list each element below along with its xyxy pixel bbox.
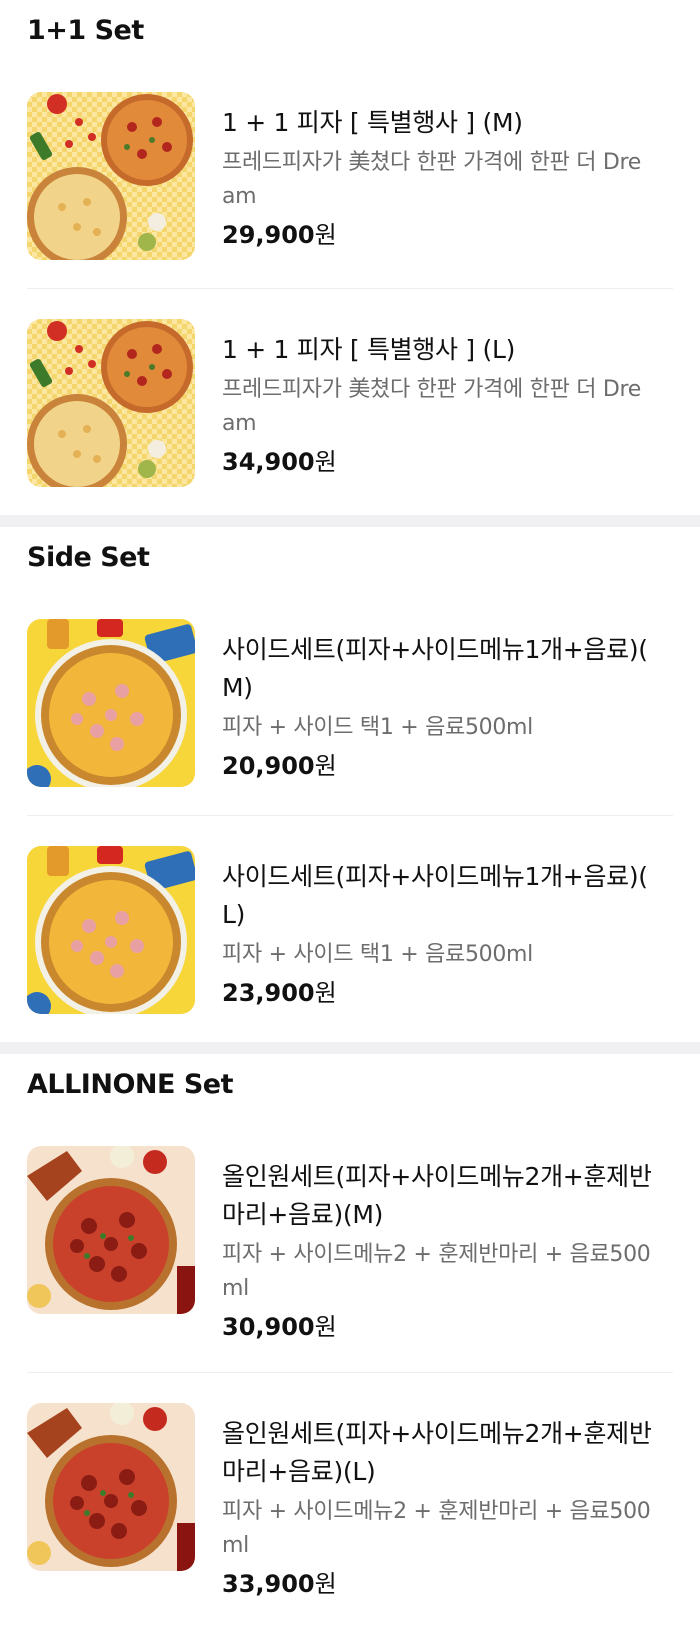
item-price: 30,900원 — [222, 1310, 673, 1344]
pizza-1plus1-image — [27, 92, 195, 260]
item-name: 올인원세트(피자+사이드메뉴2개+훈제반마리+음료)(L) — [222, 1419, 652, 1486]
price-value: 30,900 — [222, 1313, 315, 1341]
section-1plus1-set: 1+1 Set 1 + 1 피자 [ 특별행사 ] (M) 프레드피자가 美쳤다… — [0, 0, 700, 515]
menu-item[interactable]: 올인원세트(피자+사이드메뉴2개+훈제반마리+음료)(M) 피자 + 사이드메뉴… — [27, 1116, 673, 1373]
menu-list: 1+1 Set 1 + 1 피자 [ 특별행사 ] (M) 프레드피자가 美쳤다… — [0, 0, 700, 1629]
pizza-side-image — [27, 846, 195, 1014]
price-unit: 원 — [314, 1570, 337, 1598]
price-value: 20,900 — [222, 752, 315, 780]
price-unit: 원 — [314, 752, 337, 780]
section-title: Side Set — [27, 542, 150, 573]
menu-item[interactable]: 1 + 1 피자 [ 특별행사 ] (M) 프레드피자가 美쳤다 한판 가격에 … — [27, 62, 673, 289]
item-price: 20,900원 — [222, 749, 673, 783]
section-title: ALLINONE Set — [27, 1069, 234, 1100]
pizza-1plus1-image — [27, 319, 195, 487]
item-price: 34,900원 — [222, 445, 673, 479]
price-unit: 원 — [314, 448, 337, 476]
item-name: 1 + 1 피자 [ 특별행사 ] (M) — [222, 108, 523, 137]
menu-item[interactable]: 사이드세트(피자+사이드메뉴1개+음료)( M) 피자 + 사이드 택1 + 음… — [27, 589, 673, 816]
price-value: 33,900 — [222, 1570, 315, 1598]
item-price: 29,900원 — [222, 218, 673, 252]
item-name: 1 + 1 피자 [ 특별행사 ] (L) — [222, 335, 516, 364]
item-description: 피자 + 사이드 택1 + 음료500ml — [222, 715, 533, 740]
item-description: 피자 + 사이드메뉴2 + 훈제반마리 + 음료500 ml — [222, 1242, 651, 1301]
item-name: 사이드세트(피자+사이드메뉴1개+음료)( M) — [222, 635, 648, 702]
price-unit: 원 — [314, 979, 337, 1007]
pizza-allinone-image — [27, 1146, 195, 1314]
section-allinone-set: ALLINONE Set 올인원세트(피자+사이드메뉴2개+훈제반마리+음료)(… — [0, 1054, 700, 1629]
item-price: 33,900원 — [222, 1567, 673, 1601]
pizza-allinone-image — [27, 1403, 195, 1571]
item-description: 피자 + 사이드 택1 + 음료500ml — [222, 942, 533, 967]
pizza-side-image — [27, 619, 195, 787]
price-value: 29,900 — [222, 221, 315, 249]
item-name: 올인원세트(피자+사이드메뉴2개+훈제반마리+음료)(M) — [222, 1162, 652, 1229]
section-divider — [0, 1042, 700, 1054]
price-unit: 원 — [314, 1313, 337, 1341]
item-description: 프레드피자가 美쳤다 한판 가격에 한판 더 Dre am — [222, 377, 642, 436]
item-name: 사이드세트(피자+사이드메뉴1개+음료)( L) — [222, 862, 648, 929]
menu-item[interactable]: 사이드세트(피자+사이드메뉴1개+음료)( L) 피자 + 사이드 택1 + 음… — [27, 816, 673, 1042]
price-unit: 원 — [314, 221, 337, 249]
item-description: 프레드피자가 美쳤다 한판 가격에 한판 더 Dre am — [222, 150, 642, 209]
section-side-set: Side Set 사이드세트(피자+사이드메뉴1개+음료)( M) 피자 + 사… — [0, 527, 700, 1042]
section-title: 1+1 Set — [27, 15, 144, 46]
menu-item[interactable]: 1 + 1 피자 [ 특별행사 ] (L) 프레드피자가 美쳤다 한판 가격에 … — [27, 289, 673, 515]
item-price: 23,900원 — [222, 976, 673, 1010]
menu-item[interactable]: 올인원세트(피자+사이드메뉴2개+훈제반마리+음료)(L) 피자 + 사이드메뉴… — [27, 1373, 673, 1629]
price-value: 23,900 — [222, 979, 315, 1007]
section-divider — [0, 515, 700, 527]
price-value: 34,900 — [222, 448, 315, 476]
item-description: 피자 + 사이드메뉴2 + 훈제반마리 + 음료500 ml — [222, 1499, 651, 1558]
